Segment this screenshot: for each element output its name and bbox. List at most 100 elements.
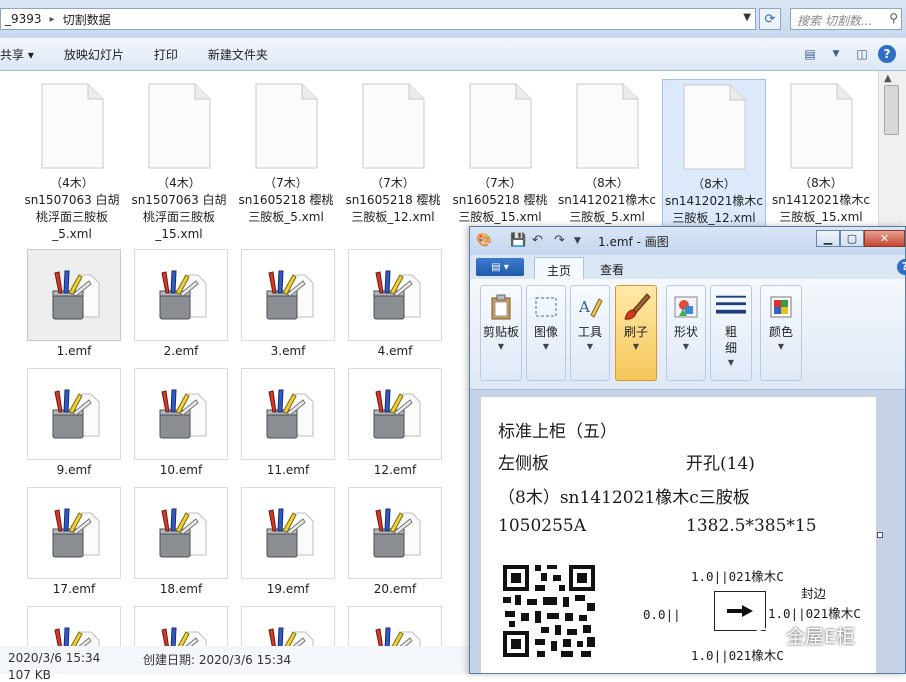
xml-file-name: （7木） sn1605218 樱桃 三胺板_5.xml [238,176,334,224]
xml-file-item[interactable]: （8木） sn1412021橡木c 三胺板_15.xml [769,79,873,239]
redo-icon[interactable]: ↷ [554,233,565,248]
view-options-icon[interactable]: ▤ [800,44,820,64]
emf-file-item[interactable]: 18.emf [133,487,229,596]
emf-file-icon [159,508,207,558]
emf-file-item[interactable]: 19.emf [240,487,336,596]
emf-file-name: 18.emf [159,582,203,596]
size-label: 粗 细 [724,325,737,355]
shapes-icon [671,292,701,322]
shapes-label: 形状 [673,325,698,339]
xml-file-item[interactable]: （7木） sn1605218 樱桃 三胺板_5.xml [234,79,338,239]
emf-file-item[interactable]: 3.emf [240,249,336,358]
color-palette-icon [766,292,796,322]
save-icon[interactable]: 💾 [510,233,526,248]
share-menu-button[interactable]: 共享 ▾ [0,46,49,63]
scroll-up-icon[interactable]: ▲ [884,73,892,84]
emf-file-name: 1.emf [56,344,92,358]
ribbon-help-icon[interactable]: ? [897,259,906,275]
emf-file-item[interactable]: 1.emf [26,249,122,358]
emf-file-item-partial[interactable] [347,606,443,646]
emf-thumbnail [241,249,335,341]
label-material: （8木）sn1412021橡木c三胺板 [498,488,750,508]
new-folder-button[interactable]: 新建文件夹 [193,46,283,63]
size-dropdown-icon: ▼ [727,358,735,367]
tools-dropdown-icon: ▼ [586,342,594,351]
emf-file-item[interactable]: 12.emf [347,368,443,477]
minimize-button[interactable]: ▁ [816,230,840,247]
label-part-name: 左侧板 [498,454,549,474]
xml-file-item[interactable]: （7木） sn1605218 樱桃 三胺板_15.xml [448,79,552,239]
xml-file-item[interactable]: （8木） sn1412021橡木c 三胺板_5.xml [555,79,659,239]
brush-icon [621,292,651,322]
created-date: 创建日期: 2020/3/6 15:34 [143,653,292,667]
maximize-icon: ▢ [846,232,858,245]
image-group-button[interactable]: 图像 ▼ [526,285,566,381]
tab-view[interactable]: 查看 [588,257,636,279]
emf-file-item[interactable]: 17.emf [26,487,122,596]
address-dropdown-icon[interactable]: ▼ [743,12,751,23]
xml-file-name: （7木） sn1605218 樱桃 三胺板_15.xml [452,176,548,224]
search-input[interactable]: 搜索 切割数... ⚲ [790,8,902,30]
emf-file-item[interactable]: 11.emf [240,368,336,477]
emf-file-item[interactable]: 20.emf [347,487,443,596]
emf-file-item-partial[interactable] [133,606,229,646]
preview-pane-icon[interactable]: ◫ [852,44,872,64]
breadcrumb-separator-icon[interactable]: ▸ [46,14,59,25]
xml-file-item[interactable]: （4木） sn1507063 白胡 桃浮面三胺板 _5.xml [20,79,124,241]
emf-file-item-partial[interactable] [240,606,336,646]
emf-thumbnail [348,249,442,341]
edge-right-label: 1.0||021橡木C [768,606,861,621]
quick-access-dropdown-icon[interactable]: ▼ [574,236,581,246]
tools-group-button[interactable]: A 工具 ▼ [570,285,610,381]
emf-thumbnail [348,487,442,579]
emf-file-icon [373,270,421,320]
emf-file-icon [52,389,100,439]
document-icon [147,83,211,169]
brushes-group-button[interactable]: 刷子 ▼ [615,285,657,381]
address-segment-parent[interactable]: _9393 [1,12,46,26]
paint-menu-button[interactable]: ▤ ▾ [476,258,524,276]
emf-thumbnail [134,368,228,460]
slideshow-button[interactable]: 放映幻灯片 [49,46,139,63]
canvas-resize-handle[interactable] [877,532,883,538]
edge-banding-title: 封边 [801,586,827,601]
clipboard-icon [486,292,516,322]
label-holes: 开孔(14) [686,454,755,474]
emf-file-icon [54,627,100,646]
size-group-button[interactable]: 粗 细 ▼ [710,285,752,381]
clipboard-dropdown-icon: ▼ [497,342,505,351]
emf-file-item[interactable]: 4.emf [347,249,443,358]
xml-file-item[interactable]: （7木） sn1605218 樱桃 三胺板_12.xml [341,79,445,239]
search-icon[interactable]: ⚲ [889,11,898,25]
explorer-address-row: _9393 ▸ 切割数据 ▼ ⟳ 搜索 切割数... ⚲ [0,0,906,38]
emf-file-item[interactable]: 10.emf [133,368,229,477]
emf-thumbnail [241,368,335,460]
file-size: 107 KB [8,668,51,682]
refresh-button[interactable]: ⟳ [759,8,781,30]
emf-file-item[interactable]: 9.emf [26,368,122,477]
xml-file-name: （4木） sn1507063 白胡 桃浮面三胺板 _5.xml [24,176,120,241]
document-icon [575,83,639,169]
colors-group-button[interactable]: 颜色 ▼ [760,285,802,381]
undo-icon[interactable]: ↶ [532,233,543,248]
shapes-group-button[interactable]: 形状 ▼ [666,285,706,381]
address-bar[interactable]: _9393 ▸ 切割数据 ▼ [0,8,756,30]
emf-thumbnail [134,487,228,579]
close-button[interactable]: ✕ [864,230,905,247]
emf-file-item[interactable]: 2.emf [133,249,229,358]
address-segment-current[interactable]: 切割数据 [59,11,115,28]
paint-title-bar[interactable]: 🎨 💾 ↶ ↷ ▼ 1.emf - 画图 ▁ ▢ ✕ [470,227,905,255]
xml-file-item[interactable]: （8木） sn1412021橡木c 三胺板_12.xml [662,79,766,239]
print-button[interactable]: 打印 [139,46,193,63]
maximize-button[interactable]: ▢ [840,230,864,247]
paint-app-icon[interactable]: 🎨 [476,233,492,248]
view-dropdown-icon[interactable]: ▼ [826,44,846,64]
shapes-dropdown-icon: ▼ [682,342,690,351]
xml-file-item[interactable]: （4木） sn1507063 白胡 桃浮面三胺板 _15.xml [127,79,231,241]
emf-file-icon [159,389,207,439]
scrollbar-thumb[interactable] [884,85,899,135]
clipboard-group-button[interactable]: 剪贴板 ▼ [480,285,522,381]
tab-home[interactable]: 主页 [534,257,585,279]
help-icon[interactable]: ? [878,45,896,63]
emf-file-item-partial[interactable] [26,606,122,646]
